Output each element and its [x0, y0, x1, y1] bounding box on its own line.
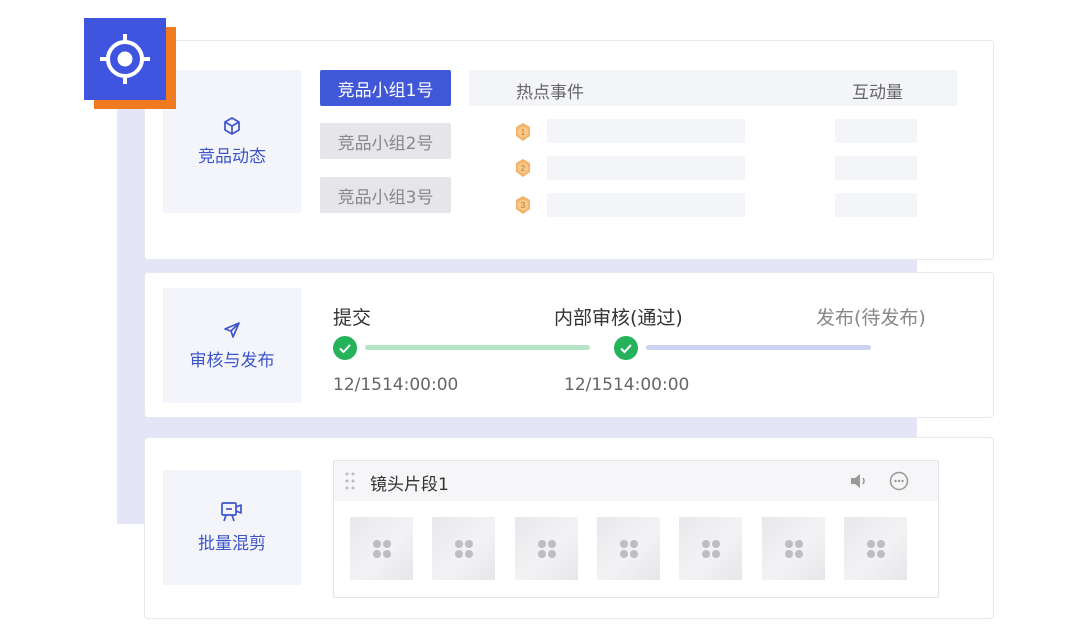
review-card: 审核与发布 提交 内部审核(通过) 发布(待发布) 12/1514:00:00 …	[144, 272, 994, 418]
crosshair-icon	[100, 34, 150, 84]
mix-side-panel: 批量混剪	[163, 470, 301, 585]
clip-title: 镜头片段1	[370, 475, 449, 495]
image-placeholder-icon	[701, 539, 720, 558]
interaction-placeholder	[835, 119, 917, 143]
image-placeholder-icon	[372, 539, 391, 558]
send-icon	[224, 322, 240, 338]
check-circle-icon	[614, 336, 638, 360]
clip-thumbnail[interactable]	[679, 517, 742, 580]
competitor-side-panel: 竞品动态	[163, 70, 301, 213]
step-internal-review-date: 12/1514:00:00	[564, 375, 690, 395]
rank-number: 1	[521, 128, 526, 137]
clip-thumbnail[interactable]	[432, 517, 495, 580]
group-button-2[interactable]: 竞品小组2号	[320, 123, 451, 159]
image-placeholder-icon	[454, 539, 473, 558]
image-placeholder-icon	[866, 539, 885, 558]
column-interaction: 互动量	[852, 83, 903, 103]
group-button-1[interactable]: 竞品小组1号	[320, 70, 451, 106]
interaction-placeholder	[835, 156, 917, 180]
drag-handle-icon[interactable]	[344, 471, 356, 491]
rank-medal-icon: 3	[516, 196, 530, 214]
competitor-label: 竞品动态	[198, 147, 266, 167]
image-placeholder-icon	[619, 539, 638, 558]
event-placeholder	[547, 156, 745, 180]
group-button-3[interactable]: 竞品小组3号	[320, 177, 451, 213]
review-label: 审核与发布	[189, 351, 275, 371]
clip-thumbnail[interactable]	[844, 517, 907, 580]
table-header: 热点事件 互动量	[469, 70, 957, 106]
image-placeholder-icon	[784, 539, 803, 558]
video-camera-icon	[221, 502, 242, 522]
target-logo	[84, 18, 166, 100]
rank-medal-icon: 1	[516, 123, 530, 141]
check-circle-icon	[333, 336, 357, 360]
rank-number: 3	[521, 201, 526, 210]
mix-label: 批量混剪	[198, 534, 266, 554]
clip-thumbnail[interactable]	[515, 517, 578, 580]
progress-line-done	[365, 345, 590, 350]
review-side-panel: 审核与发布	[163, 288, 301, 403]
column-hot-event: 热点事件	[516, 83, 584, 103]
event-placeholder	[547, 193, 745, 217]
clip-thumbnail[interactable]	[350, 517, 413, 580]
step-submit-label: 提交	[333, 307, 372, 329]
cube-icon	[224, 117, 240, 135]
rank-number: 2	[521, 164, 526, 173]
interaction-placeholder	[835, 193, 917, 217]
clip-thumbnail[interactable]	[597, 517, 660, 580]
step-submit-date: 12/1514:00:00	[333, 375, 459, 395]
progress-line-pending	[646, 345, 871, 350]
volume-icon[interactable]	[848, 471, 870, 491]
image-placeholder-icon	[537, 539, 556, 558]
step-publish-label: 发布(待发布)	[816, 307, 926, 329]
mix-card: 批量混剪 镜头片段1	[144, 437, 994, 619]
more-options-icon[interactable]	[889, 471, 909, 491]
clip-thumbnail[interactable]	[762, 517, 825, 580]
competitor-card: 竞品动态 竞品小组1号 竞品小组2号 竞品小组3号 热点事件 互动量 1 2 3	[144, 40, 994, 260]
clip-header: 镜头片段1	[334, 461, 938, 501]
event-placeholder	[547, 119, 745, 143]
clip-panel: 镜头片段1	[333, 460, 939, 598]
step-internal-review-label: 内部审核(通过)	[554, 307, 683, 329]
rank-medal-icon: 2	[516, 159, 530, 177]
